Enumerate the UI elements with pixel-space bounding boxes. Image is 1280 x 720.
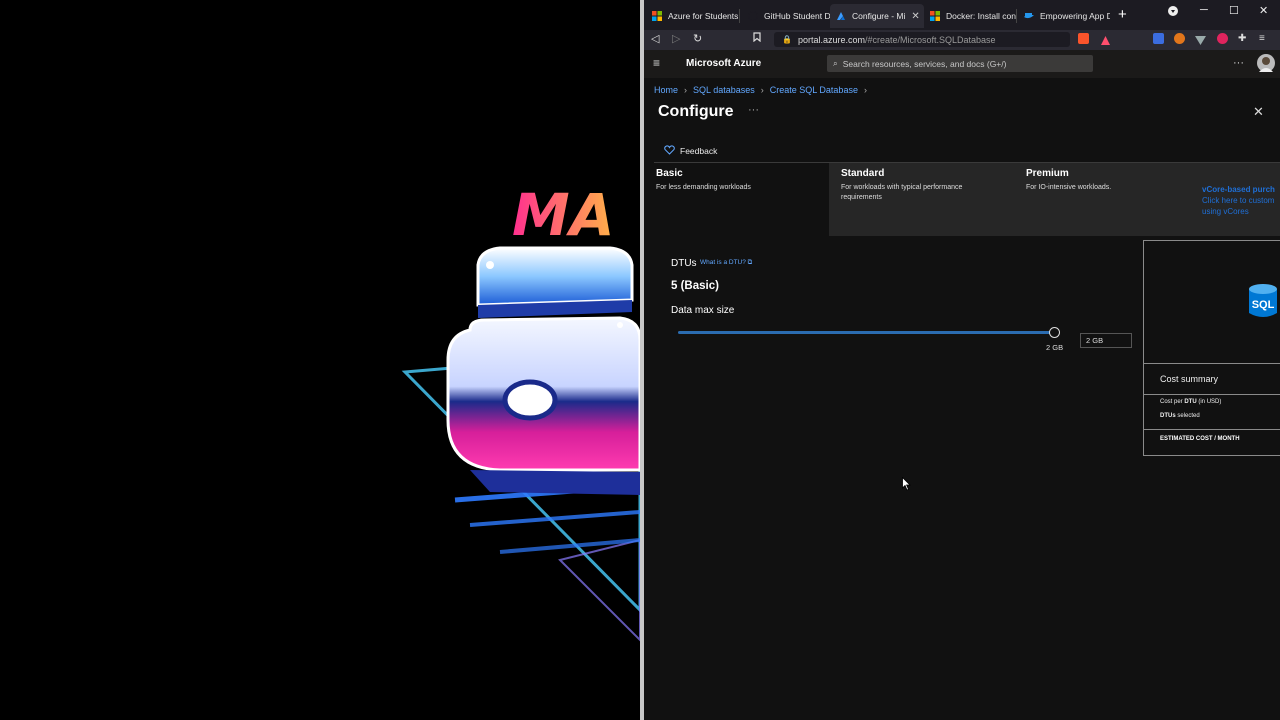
tab-azure-students[interactable]: Azure for Students — [646, 4, 738, 28]
url-host: portal.azure.com — [797, 34, 865, 45]
menu-icon[interactable]: ≡ — [1259, 33, 1270, 44]
dtu-value: 5 (Basic) — [671, 280, 719, 292]
page-more-button[interactable]: ··· — [748, 104, 759, 116]
close-blade-icon[interactable]: ✕ — [1253, 104, 1264, 120]
brave-rewards-icon[interactable] — [1100, 33, 1111, 45]
vcore-line1: Click here to custom — [1202, 196, 1275, 205]
retro-logo-art: MA — [401, 181, 640, 642]
what-is-dtu-link[interactable]: What is a DTU? ⧉ — [700, 259, 752, 267]
url-path: /#create/Microsoft.SQLDatabase — [865, 34, 996, 45]
slider-max-label: 2 GB — [1046, 343, 1064, 352]
search-icon: ⌕ — [833, 58, 838, 68]
vue-devtools-icon[interactable] — [1195, 33, 1206, 45]
chevron-right-icon: › — [760, 85, 764, 95]
estimated-cost-label: ESTIMATED COST / MONTH — [1160, 436, 1240, 442]
search-placeholder: Search resources, services, and docs (G+… — [842, 58, 1007, 69]
tab-label: Empowering App D — [1040, 11, 1110, 21]
reload-icon[interactable]: ↻ — [693, 32, 702, 45]
more-options-icon[interactable]: ··· — [1233, 57, 1244, 69]
azure-brand[interactable]: Microsoft Azure — [686, 58, 761, 69]
microsoft-logo-icon — [652, 11, 662, 21]
tab-github-student[interactable]: GitHub Student Da — [742, 4, 830, 28]
brave-shield-icon[interactable] — [1078, 33, 1089, 44]
bookmark-icon[interactable] — [753, 32, 761, 45]
tier-description: For less demanding workloads — [656, 184, 751, 191]
docker-icon — [1024, 11, 1034, 21]
cost-summary-title: Cost summary — [1160, 374, 1219, 384]
tab-empowering[interactable]: Empowering App D — [1018, 4, 1110, 28]
cost-row-text: Cost per — [1160, 399, 1185, 405]
breadcrumb-home[interactable]: Home — [654, 85, 678, 95]
global-search-input[interactable]: ⌕ Search resources, services, and docs (… — [827, 55, 1093, 72]
tab-configure[interactable]: Configure - Mi ✕ — [830, 4, 924, 28]
metamask-icon[interactable] — [1174, 33, 1185, 44]
vcore-line2: using vCores — [1202, 207, 1249, 216]
divider — [1144, 429, 1280, 430]
sql-badge-text: SQL — [1252, 299, 1275, 311]
close-tab-icon[interactable]: ✕ — [911, 11, 919, 22]
close-window-icon[interactable]: ✕ — [1259, 4, 1268, 17]
divider — [1144, 394, 1280, 395]
forward-icon[interactable]: ▷ — [672, 32, 680, 45]
tier-standard[interactable]: Standard For workloads with typical perf… — [829, 163, 1014, 236]
tab-label: Docker: Install cont — [946, 11, 1016, 21]
bitwarden-icon[interactable] — [1153, 33, 1164, 44]
tab-label: Configure - Mi — [852, 11, 906, 21]
dtus-selected-row: DTUs selected — [1160, 413, 1200, 419]
feedback-button[interactable]: Feedback — [664, 145, 717, 157]
background-artwork: MA — [0, 0, 640, 720]
browser-window: Azure for Students GitHub Student Da Con… — [644, 0, 1280, 720]
maximize-icon[interactable]: ☐ — [1229, 4, 1239, 17]
tab-menu-icon[interactable] — [1168, 6, 1178, 19]
heart-icon — [664, 145, 675, 157]
vcore-heading: vCore-based purch — [1202, 185, 1275, 194]
github-icon — [748, 11, 758, 21]
cost-row-text: selected — [1175, 413, 1200, 419]
cost-per-dtu-row: Cost per DTU (in USD) — [1160, 399, 1221, 405]
cost-row-bold: DTUs — [1160, 413, 1176, 419]
breadcrumb-sql-databases[interactable]: SQL databases — [693, 85, 755, 95]
extension-icon[interactable] — [1217, 33, 1228, 44]
data-size-slider[interactable] — [678, 331, 1056, 334]
breadcrumb: Home › SQL databases › Create SQL Databa… — [654, 85, 867, 95]
data-size-input[interactable]: 2 GB — [1080, 333, 1132, 348]
cost-row-bold: DTU — [1184, 399, 1197, 405]
url-field[interactable]: 🔒 portal.azure.com/#create/Microsoft.SQL… — [774, 32, 1070, 47]
sql-database-icon: SQL — [1248, 283, 1278, 319]
cost-summary-panel: SQL Cost summary Cost per DTU (in USD) D… — [1143, 240, 1280, 456]
tab-label: GitHub Student Da — [764, 11, 830, 21]
tier-description: For workloads with typical performance r… — [841, 184, 963, 201]
minimize-icon[interactable]: ─ — [1200, 4, 1208, 16]
tab-separator — [739, 9, 740, 23]
new-tab-plus-icon[interactable]: + — [1118, 6, 1127, 23]
lock-icon: 🔒 — [782, 35, 792, 44]
azure-logo-icon — [836, 11, 846, 21]
hamburger-menu-icon[interactable]: ≡ — [653, 56, 660, 70]
tier-basic[interactable]: Basic For less demanding workloads — [644, 163, 829, 236]
page-title: Configure — [658, 103, 734, 120]
microsoft-logo-icon — [930, 11, 940, 21]
mouse-cursor-icon — [902, 476, 911, 496]
chevron-right-icon: › — [863, 85, 867, 95]
avatar[interactable] — [1257, 54, 1275, 72]
back-icon[interactable]: ◁ — [651, 32, 659, 45]
tier-name: Basic — [656, 168, 683, 179]
cost-row-text: (in USD) — [1196, 399, 1222, 405]
dtu-label: DTUs — [671, 258, 697, 269]
tier-name: Premium — [1026, 168, 1069, 179]
vcore-link[interactable]: vCore-based purch Click here to custom u… — [1202, 184, 1275, 217]
artwork-text: MA — [512, 181, 615, 249]
data-max-size-label: Data max size — [671, 305, 735, 316]
tier-name: Standard — [841, 168, 885, 179]
tab-label: Azure for Students — [668, 11, 738, 21]
tab-docker[interactable]: Docker: Install cont — [924, 4, 1016, 28]
breadcrumb-create-sql-database[interactable]: Create SQL Database — [770, 85, 858, 95]
divider — [1144, 363, 1280, 364]
feedback-label: Feedback — [680, 146, 718, 156]
extensions-puzzle-icon[interactable]: ✚ — [1238, 33, 1249, 44]
chevron-right-icon: › — [684, 85, 688, 95]
tab-separator — [1016, 9, 1017, 23]
data-size-slider-thumb[interactable] — [1049, 327, 1060, 338]
